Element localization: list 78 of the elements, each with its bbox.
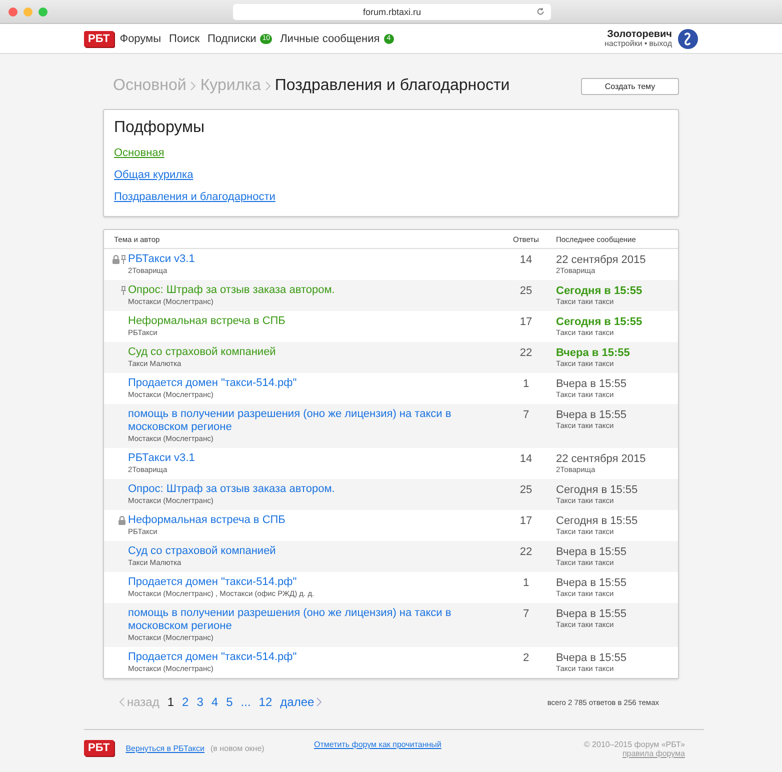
topic-link[interactable]: Продается домен "такси-514.рф" [128,377,297,390]
reply-count: 2 [522,651,530,666]
last-post-date: Вчера в 15:55 [556,347,631,359]
new-window-note: (в новом окне) [210,744,264,752]
page-link[interactable]: 5 [226,695,233,709]
page-link[interactable]: 12 [258,695,272,709]
nav-link[interactable]: Поиск [169,32,200,44]
address-bar[interactable]: forum.rbtaxi.ru [233,4,551,20]
subforum-link[interactable]: Общая курилка [114,164,194,186]
subforum-link[interactable]: Поздравления и благодарности [114,186,276,208]
page-link[interactable]: 3 [196,695,204,709]
subforum-link[interactable]: Основная [114,142,164,164]
topic-link[interactable]: Продается домен "такси-514.рф" [128,576,297,589]
reply-count: 25 [518,483,534,498]
separator-dot: • [644,40,648,48]
last-post-date: Вчера в 15:55 [556,652,628,664]
copyright: © 2010–2015 форум «РБТ» [584,740,685,749]
chevron-icon [316,697,322,707]
reply-count: 14 [518,253,534,268]
pin-icon [121,255,126,264]
last-post-date: Сегодня в 15:55 [556,316,644,328]
topic-link[interactable]: помощь в получении разрешения (оно же лицензия) на такси в московском регионе [128,408,458,434]
page-link[interactable]: 4 [211,695,218,709]
topic-link[interactable]: Суд со страховой компанией [128,545,276,558]
chevron-icon [119,697,125,707]
page-link[interactable]: 1 [167,695,174,709]
topic-link[interactable]: Продается домен "такси-514.рф" [128,651,297,664]
subforums-title: Подфорумы [114,119,204,137]
logo[interactable]: РБТ [84,30,114,46]
rules-link[interactable]: правила форума [622,749,685,758]
last-post-date: Сегодня в 15:55 [556,285,644,297]
pin-icon [121,286,126,295]
topic-link[interactable]: Опрос: Штраф за отзыв заказа автором. [128,284,335,297]
reply-count: 1 [522,377,530,392]
topic-link[interactable]: РБТакси v3.1 [128,253,195,266]
last-post-date: 22 сентября 2015 [556,453,647,465]
last-post-date: Вчера в 15:55 [556,577,628,589]
next-page-link[interactable]: далее [280,695,322,709]
back-link[interactable]: Вернуться в РБТакси [126,744,204,752]
last-post-date: Вчера в 15:55 [556,546,628,558]
window-controls-icon[interactable] [8,6,48,16]
settings-link[interactable]: настройки [604,40,642,48]
topic-link[interactable]: Неформальная встреча в СПБ [128,315,286,328]
last-post-date: 22 сентября 2015 [556,254,647,266]
breadcrumb-link[interactable]: Поздравления и благодарности [274,77,510,95]
reply-count: 25 [518,284,534,299]
topic-link[interactable]: Суд со страховой компанией [128,346,276,359]
chevron-icon [264,81,271,91]
avatar-icon[interactable] [678,28,698,48]
last-post-date: Вчера в 15:55 [556,378,628,390]
last-post-date: Вчера в 15:55 [556,409,628,421]
reply-count: 14 [518,452,534,467]
create-topic-button[interactable]: Создать тему [581,78,679,94]
lock-icon [118,516,126,525]
last-post-date: Вчера в 15:55 [556,608,628,620]
mark-read-link[interactable]: Отметить форум как прочитанный [314,740,442,749]
chevron-icon [190,81,196,91]
page-link[interactable]: ... [240,695,251,709]
reply-count: 22 [518,346,534,361]
topic-link[interactable]: Опрос: Штраф за отзыв заказа автором. [128,483,335,496]
logout-link[interactable]: выход [649,40,672,48]
user-name: Золоторевич [606,28,672,40]
topic-link[interactable]: Неформальная встреча в СПБ [128,514,286,527]
page-link[interactable]: 2 [182,695,189,709]
reply-count: 17 [518,315,534,330]
reply-count: 17 [518,514,534,529]
reload-icon[interactable] [536,7,545,16]
reply-count: 1 [522,576,530,591]
reply-count: 7 [522,607,530,622]
nav-link[interactable]: Форумы [120,32,162,44]
reply-count: 22 [518,545,534,560]
last-post-date: Сегодня в 15:55 [556,484,639,496]
lock-icon [112,255,120,264]
topic-link[interactable]: РБТакси v3.1 [128,452,195,465]
topic-link[interactable]: помощь в получении разрешения (оно же лицензия) на такси в московском регионе [128,607,458,633]
reply-count: 7 [522,408,530,423]
last-post-date: Сегодня в 15:55 [556,515,639,527]
footer-logo[interactable]: РБТ [84,740,114,756]
